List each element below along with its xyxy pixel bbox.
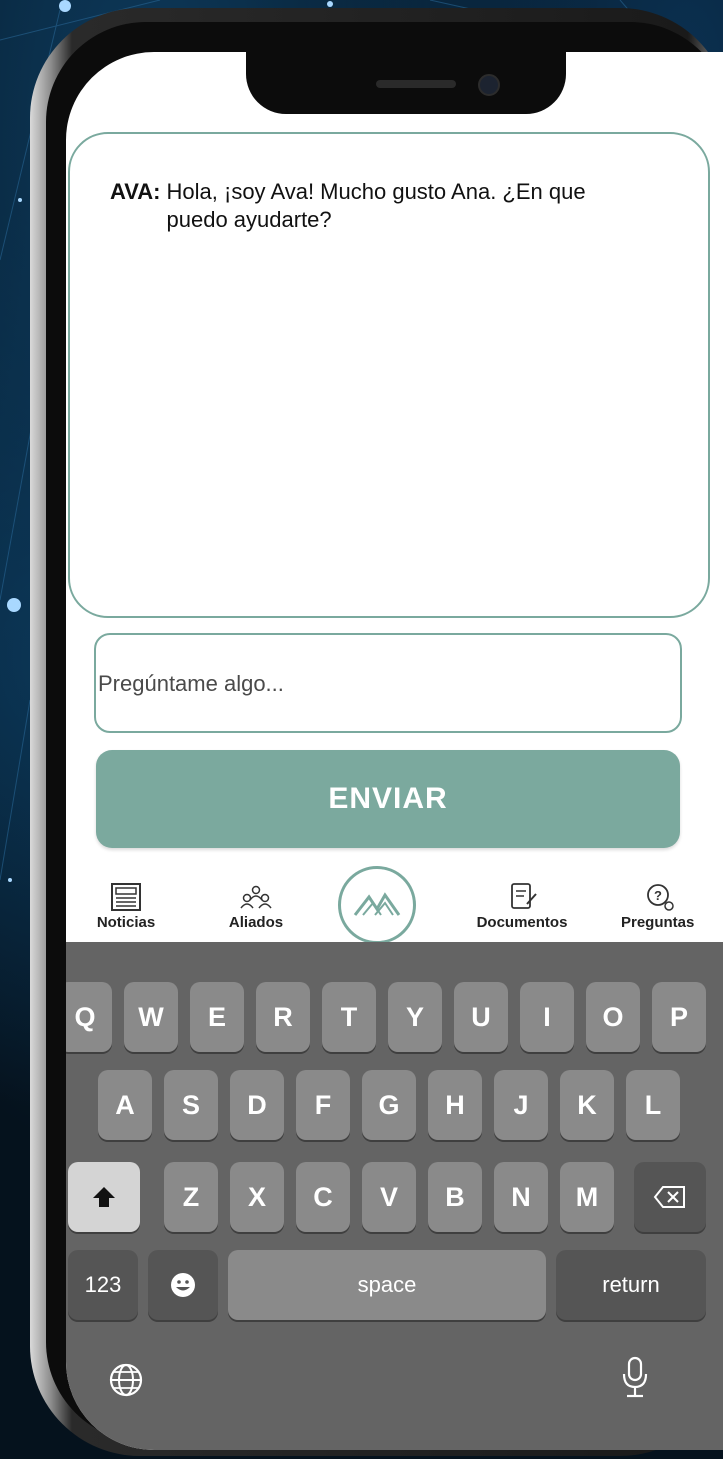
key-j[interactable]: J <box>494 1070 548 1140</box>
emoji-key[interactable] <box>148 1250 218 1320</box>
newspaper-icon <box>111 883 141 911</box>
key-o[interactable]: O <box>586 982 640 1052</box>
shift-arrow-icon <box>93 1187 115 1207</box>
chat-message: AVA: Hola, ¡soy Ava! Mucho gusto Ana. ¿En… <box>110 178 670 234</box>
shift-key[interactable] <box>68 1162 140 1232</box>
key-u[interactable]: U <box>454 982 508 1052</box>
key-s[interactable]: S <box>164 1070 218 1140</box>
key-t[interactable]: T <box>322 982 376 1052</box>
nav-label-preguntas: Preguntas <box>621 914 695 931</box>
nav-item-noticias[interactable]: Noticias <box>71 882 181 931</box>
key-k[interactable]: K <box>560 1070 614 1140</box>
numbers-key[interactable]: 123 <box>68 1250 138 1320</box>
return-key[interactable]: return <box>556 1250 706 1320</box>
nav-item-documentos[interactable]: Documentos <box>466 882 578 931</box>
send-button[interactable]: ENVIAR <box>96 750 680 848</box>
backspace-icon <box>653 1186 685 1208</box>
chat-message-text: Hola, ¡soy Ava! Mucho gusto Ana. ¿En que… <box>166 179 586 232</box>
nav-label-noticias: Noticias <box>96 914 156 931</box>
globe-icon <box>109 1363 143 1397</box>
speaker <box>376 80 456 88</box>
globe-key[interactable] <box>108 1362 144 1403</box>
people-icon <box>240 885 272 909</box>
key-w[interactable]: W <box>124 982 178 1052</box>
dictation-key[interactable] <box>620 1356 650 1405</box>
key-b[interactable]: B <box>428 1162 482 1232</box>
microphone-icon <box>622 1356 648 1398</box>
key-g[interactable]: G <box>362 1070 416 1140</box>
key-h[interactable]: H <box>428 1070 482 1140</box>
key-f[interactable]: F <box>296 1070 350 1140</box>
key-c[interactable]: C <box>296 1162 350 1232</box>
key-n[interactable]: N <box>494 1162 548 1232</box>
phone-screen: AVA: Hola, ¡soy Ava! Mucho gusto Ana. ¿En… <box>66 52 723 1450</box>
key-v[interactable]: V <box>362 1162 416 1232</box>
notch <box>246 52 566 114</box>
nav-item-preguntas[interactable]: ? Preguntas <box>621 882 723 931</box>
key-q[interactable]: Q <box>66 982 112 1052</box>
question-icon: ? <box>647 884 674 911</box>
key-l[interactable]: L <box>626 1070 680 1140</box>
document-icon <box>511 883 537 909</box>
front-camera <box>478 74 500 96</box>
nav-label-documentos: Documentos <box>476 914 568 931</box>
key-m[interactable]: M <box>560 1162 614 1232</box>
key-i[interactable]: I <box>520 982 574 1052</box>
key-x[interactable]: X <box>230 1162 284 1232</box>
key-y[interactable]: Y <box>388 982 442 1052</box>
chat-speaker: AVA: <box>110 179 161 204</box>
nav-label-aliados: Aliados <box>228 914 284 931</box>
key-r[interactable]: R <box>256 982 310 1052</box>
delete-key[interactable] <box>634 1162 706 1232</box>
key-p[interactable]: P <box>652 982 706 1052</box>
chat-window[interactable]: AVA: Hola, ¡soy Ava! Mucho gusto Ana. ¿En… <box>68 132 710 618</box>
space-key[interactable]: space <box>228 1250 546 1320</box>
key-a[interactable]: A <box>98 1070 152 1140</box>
keyboard: Q W E R T Y U I O P A S D F G H J K L Z … <box>66 942 723 1450</box>
question-input[interactable] <box>96 665 660 703</box>
question-input-container[interactable] <box>94 633 682 733</box>
key-z[interactable]: Z <box>164 1162 218 1232</box>
svg-text:?: ? <box>654 888 662 903</box>
home-logo-button[interactable] <box>338 866 416 944</box>
key-d[interactable]: D <box>230 1070 284 1140</box>
nav-item-aliados[interactable]: Aliados <box>201 882 311 931</box>
key-e[interactable]: E <box>190 982 244 1052</box>
mountain-logo-icon <box>353 892 401 916</box>
bottom-navigation: Noticias Aliados Documentos ? Preguntas <box>66 862 723 944</box>
emoji-icon <box>171 1273 195 1297</box>
